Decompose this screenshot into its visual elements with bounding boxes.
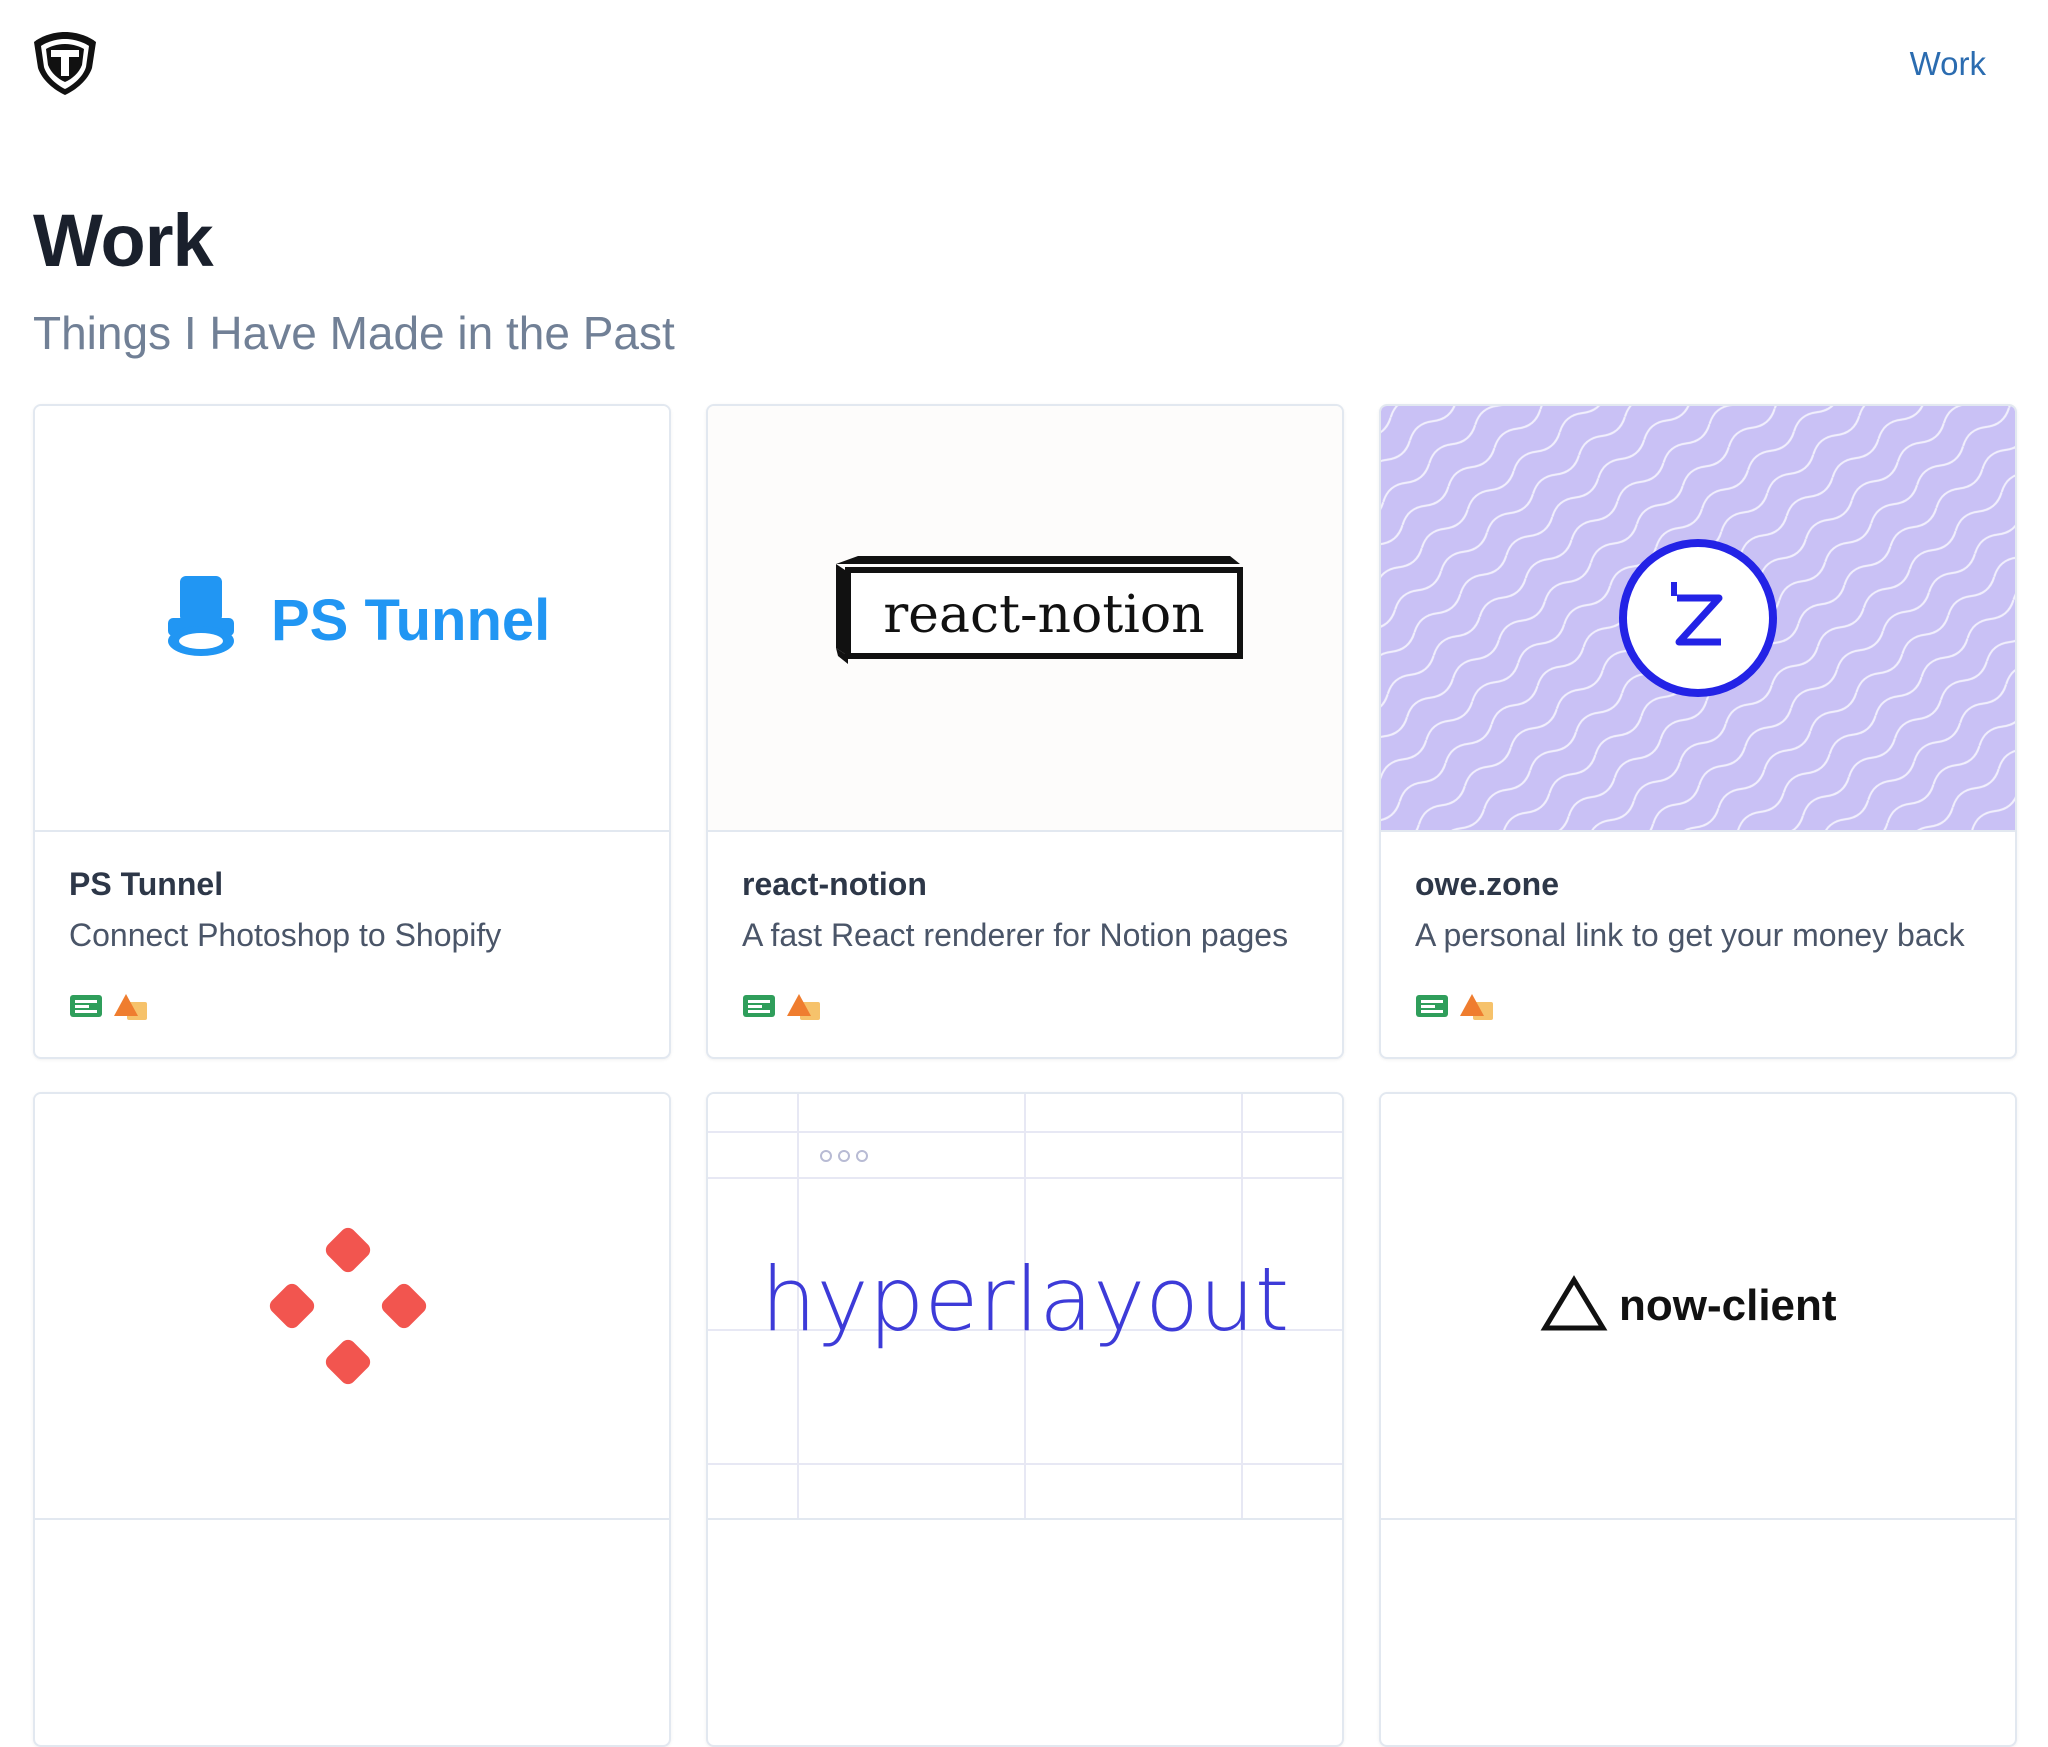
hyperlayout-wordmark: hyperlayout [761,1248,1290,1351]
owe-zone-z-logo-icon [1619,539,1777,697]
card-description: Connect Photoshop to Shopify [69,917,502,953]
project-image: now-client [1381,1094,2015,1520]
four-diamonds-logo-icon [269,1227,427,1385]
card-description: A fast React renderer for Notion pages [742,917,1289,953]
card-title: PS Tunnel [69,866,224,902]
card-body: react-notion A fast React renderer for N… [742,866,1322,954]
project-card-now-client[interactable]: now-client [1379,1092,2017,1747]
page-subtitle: Things I Have Made in the Past [33,307,675,359]
card-body: PS Tunnel Connect Photoshop to Shopify [69,866,649,954]
project-image: hyperlayout [708,1094,1342,1520]
site-logo-icon[interactable] [30,28,100,98]
project-card-owe-zone[interactable]: owe.zone A personal link to get your mon… [1379,404,2017,1059]
card-description: A personal link to get your money back [1415,917,1965,953]
project-card-hyperlayout[interactable]: hyperlayout [706,1092,1344,1747]
window-dots-icon [820,1150,868,1162]
shapes-icon [1460,994,1494,1020]
tech-icons [1415,992,1501,1026]
project-grid: PS Tunnel PS Tunnel Connect Photoshop to… [33,404,2020,1747]
google-sheets-icon [70,995,102,1017]
project-card-ps-tunnel[interactable]: PS Tunnel PS Tunnel Connect Photoshop to… [33,404,671,1059]
site-header: Work [0,0,2048,120]
top-hat-icon [168,576,234,656]
triangle-logo-icon [1540,1275,1608,1331]
page-title: Work [33,199,214,282]
react-notion-wordmark: react-notion [883,585,1204,645]
project-image [1381,406,2015,832]
project-card-diamonds[interactable] [33,1092,671,1747]
project-image: PS Tunnel [35,406,669,832]
card-body: owe.zone A personal link to get your mon… [1415,866,1995,954]
tech-icons [742,992,828,1026]
google-sheets-icon [1416,995,1448,1017]
google-sheets-icon [743,995,775,1017]
project-image: react-notion [708,406,1342,832]
project-card-react-notion[interactable]: react-notion react-notion A fast React r… [706,404,1344,1059]
card-title: owe.zone [1415,866,1560,902]
card-title: react-notion [742,866,927,902]
project-image [35,1094,669,1520]
nav-link-work[interactable]: Work [1910,45,1986,83]
now-client-wordmark: now-client [1619,1281,1837,1330]
shapes-icon [114,994,148,1020]
tech-icons [69,992,155,1026]
shapes-icon [787,994,821,1020]
ps-tunnel-wordmark: PS Tunnel [271,588,550,653]
